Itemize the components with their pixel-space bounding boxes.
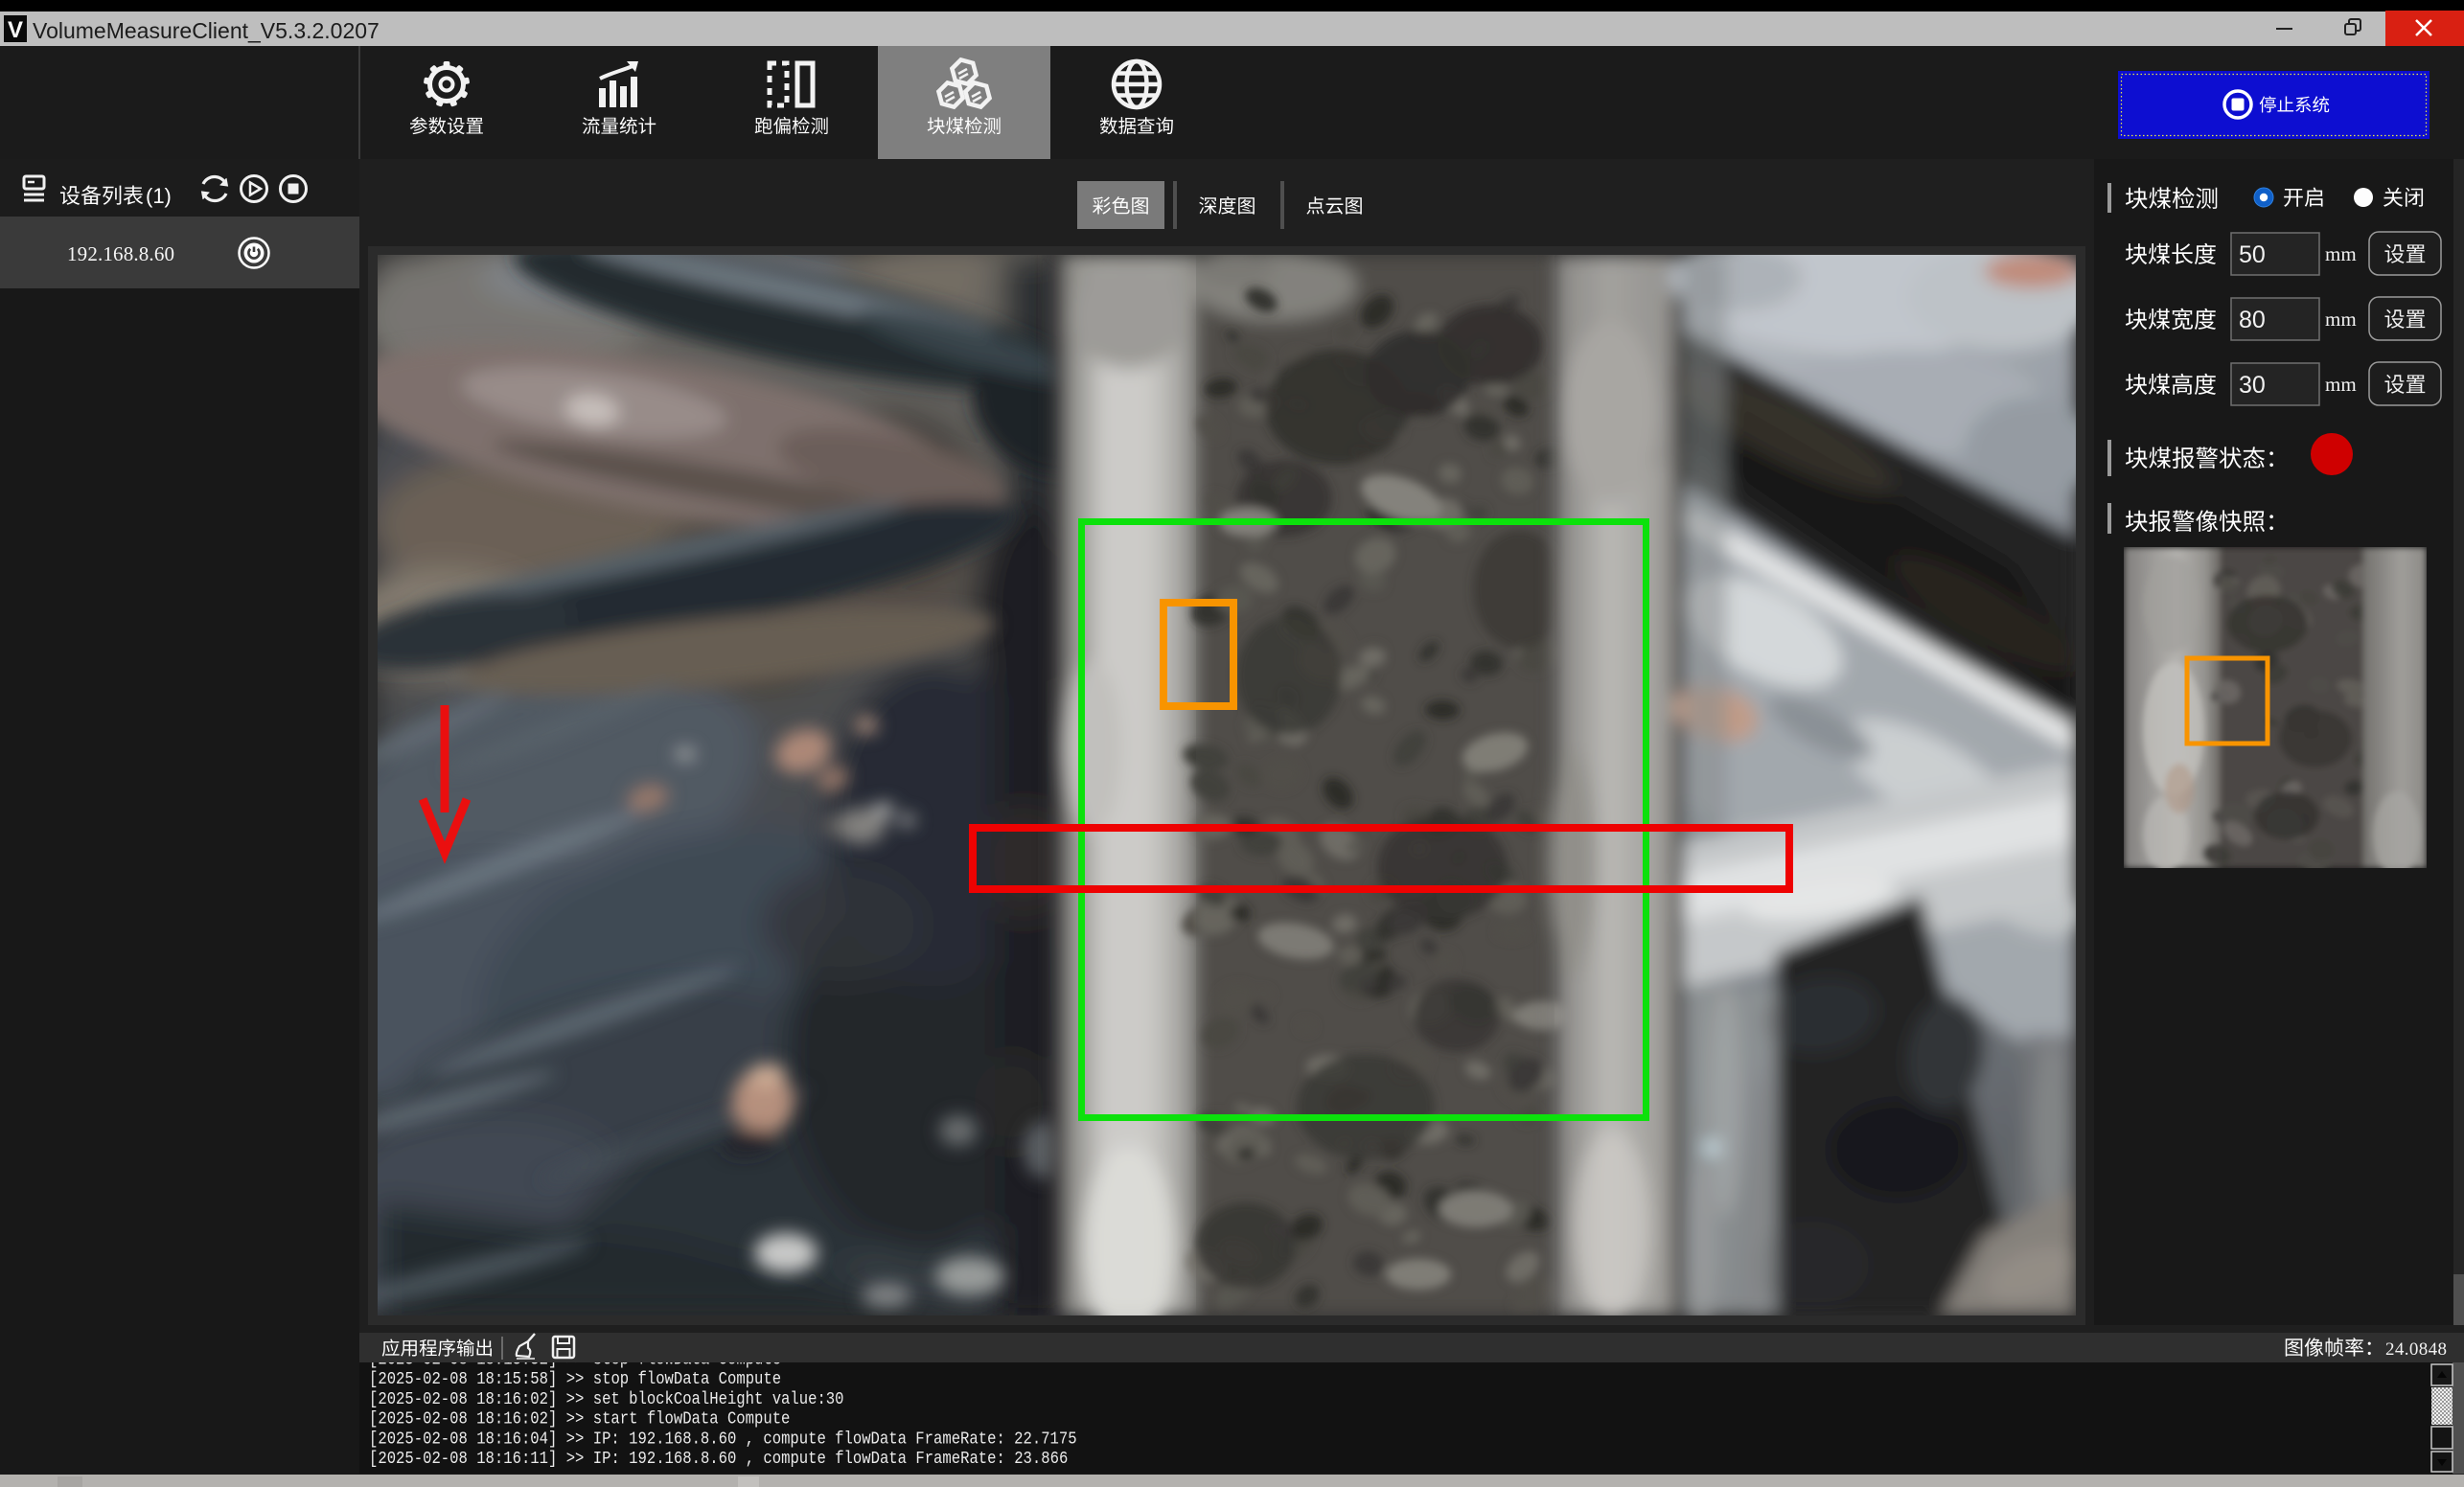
svg-text:V: V: [8, 17, 23, 43]
svg-text:192.168.8.60: 192.168.8.60: [67, 242, 174, 265]
svg-text:30: 30: [2239, 372, 2266, 399]
svg-text:[2025-02-08 18:15:58] >> stop: [2025-02-08 18:15:58] >> stop flowData C…: [369, 1370, 781, 1389]
svg-text:mm: mm: [2325, 308, 2357, 331]
svg-text:[2025-02-08 18:16:02] >> start: [2025-02-08 18:16:02] >> start flowData …: [369, 1410, 790, 1430]
svg-text:mm: mm: [2325, 373, 2357, 396]
svg-text:(1): (1): [146, 184, 172, 208]
svg-text:[2025-02-08 18:16:02] >> set b: [2025-02-08 18:16:02] >> set blockCoalHe…: [369, 1390, 844, 1409]
svg-text:mm: mm: [2325, 242, 2357, 265]
svg-text:24.0848: 24.0848: [2385, 1339, 2447, 1360]
svg-text:[2025-02-08 18:16:11] >> IP: 1: [2025-02-08 18:16:11] >> IP: 192.168.8.6…: [369, 1450, 1068, 1469]
svg-text:80: 80: [2239, 307, 2266, 333]
svg-text:VolumeMeasureClient_V5.3.2.020: VolumeMeasureClient_V5.3.2.0207: [33, 18, 380, 43]
svg-text:50: 50: [2239, 241, 2266, 268]
svg-text:[2025-02-08 18:16:04] >> IP: 1: [2025-02-08 18:16:04] >> IP: 192.168.8.6…: [369, 1430, 1077, 1449]
